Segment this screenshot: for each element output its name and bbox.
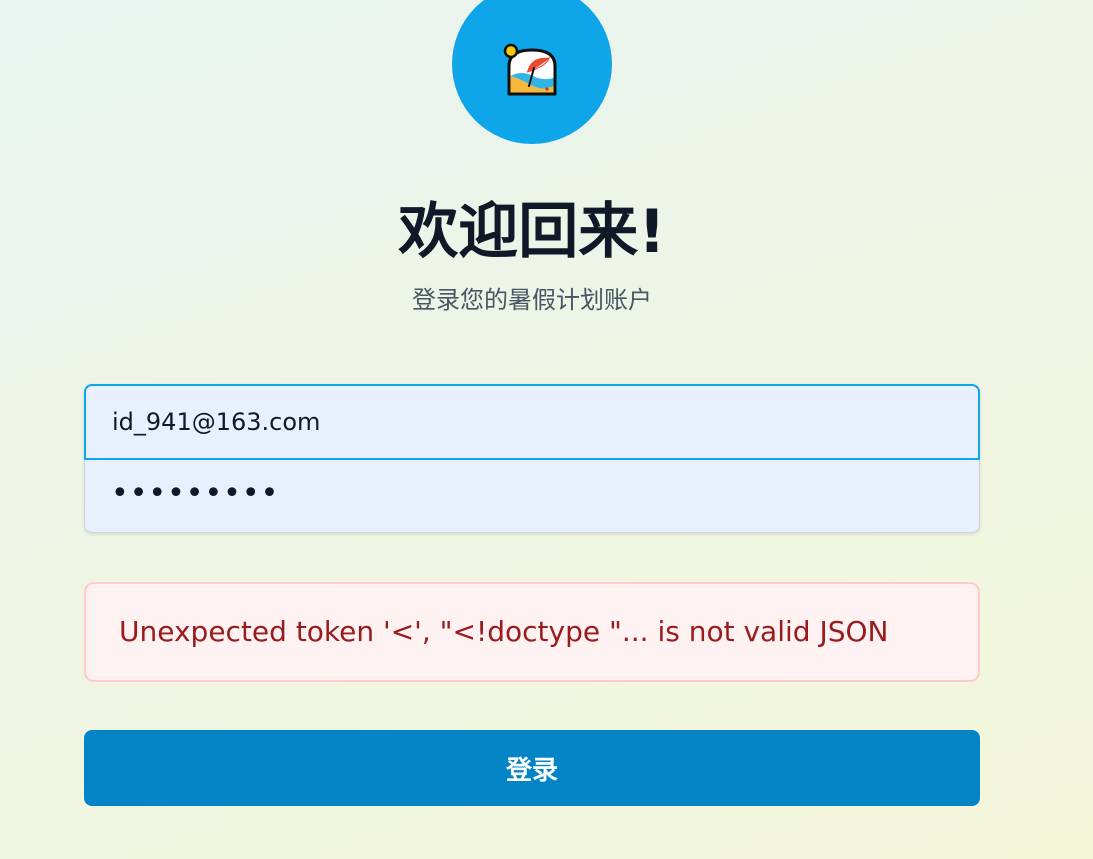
password-field[interactable]: ••••••••• bbox=[84, 459, 980, 533]
email-field[interactable]: id_941@163.com bbox=[84, 384, 980, 460]
page-title: 欢迎回来! bbox=[398, 197, 666, 267]
beach-umbrella-icon bbox=[503, 43, 557, 96]
app-logo bbox=[452, 0, 612, 144]
page-subtitle: 登录您的暑假计划账户 bbox=[412, 286, 652, 314]
error-message: Unexpected token '<', "<!doctype "... is… bbox=[84, 582, 980, 682]
login-button[interactable]: 登录 bbox=[84, 730, 980, 806]
login-form-fields: id_941@163.com ••••••••• bbox=[84, 384, 980, 533]
